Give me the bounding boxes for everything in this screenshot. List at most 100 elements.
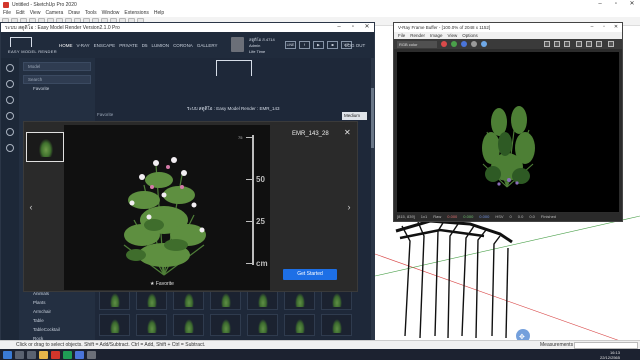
teapot-icon[interactable] [596,41,602,47]
instagram-icon[interactable]: ◙ [327,41,338,49]
vfb-close-button[interactable]: ✕ [610,23,622,32]
browser-taskbar-icon[interactable] [75,350,84,359]
minimize-button[interactable]: – [592,0,608,9]
tree-favorite[interactable]: Favorite [19,84,95,93]
line-taskbar-icon[interactable] [63,350,72,359]
nav-home[interactable]: HOME [59,43,73,48]
emr-nav: HOME V-RAY ENSCAPE PRIVATE D5 LUMION COR… [59,43,218,48]
favorite-filter[interactable]: Favorite [97,112,113,117]
avatar [231,37,244,52]
channel-select[interactable]: RGB color [397,40,437,48]
settings-icon[interactable] [6,128,14,136]
green-channel-icon[interactable] [451,41,457,47]
render-canvas[interactable] [397,52,619,212]
selected-thumbnail[interactable] [26,132,64,162]
stop-render-icon[interactable] [608,41,614,47]
model-thumbnail[interactable] [284,314,315,336]
model-thumbnail[interactable] [136,314,167,336]
model-thumbnail[interactable] [173,314,204,336]
task-view-icon[interactable] [27,350,36,359]
size-select[interactable]: Medium [342,112,367,120]
category-tablecocktail[interactable]: TableCocktail [19,325,95,334]
menu-extensions[interactable]: Extensions [124,10,148,16]
scrollbar-thumb[interactable] [371,88,374,148]
nav-lumion[interactable]: LUMION [152,43,170,48]
vfb-menu-file[interactable]: File [398,33,405,38]
line-icon[interactable]: LINE [285,41,296,49]
vfb-menu-options[interactable]: Options [462,33,478,38]
category-plants[interactable]: Plants [19,298,95,307]
menu-tools[interactable]: Tools [85,10,97,16]
emr-scrollbar[interactable] [371,58,374,341]
prev-arrow-icon[interactable]: ‹ [26,202,36,212]
render-finished: Finished [540,214,557,219]
menu-view[interactable]: View [30,10,41,16]
clear-image-icon[interactable] [564,41,570,47]
emr-minimize-button[interactable]: – [332,23,346,32]
close-button[interactable]: ✕ [624,0,640,9]
youtube-icon[interactable]: ▶ [313,41,324,49]
globe-icon[interactable] [6,64,14,72]
model-thumbnail[interactable] [99,314,130,336]
menu-edit[interactable]: Edit [16,10,25,16]
vfb-menu-render[interactable]: Render [410,33,425,38]
pin-icon[interactable] [6,96,14,104]
red-channel-icon[interactable] [441,41,447,47]
vfb-maximize-button[interactable]: ▫ [598,23,610,32]
sketchup-status-bar: Click or drag to select objects. Shift =… [0,340,640,349]
search-icon[interactable] [15,350,24,359]
save-all-icon[interactable] [554,41,560,47]
menu-file[interactable]: File [3,10,11,16]
sketchup-taskbar-icon[interactable] [51,350,60,359]
facebook-icon[interactable]: f [299,41,310,49]
nav-d5[interactable]: D5 [142,43,148,48]
camera-icon[interactable] [6,112,14,120]
menu-window[interactable]: Window [102,10,120,16]
nav-gallery[interactable]: GALLERY [197,43,218,48]
chart-icon[interactable] [6,144,14,152]
category-table[interactable]: Table [19,316,95,325]
rendered-plant [482,106,535,188]
menu-draw[interactable]: Draw [68,10,80,16]
value-value: 0.0 [529,214,535,219]
menu-help[interactable]: Help [154,10,164,16]
clock-date: 22/12/2565 [599,355,620,360]
nav-corona[interactable]: CORONA [173,43,193,48]
close-icon[interactable]: ✕ [344,128,351,137]
emr-close-button[interactable]: ✕ [360,23,374,32]
favorite-toggle[interactable]: ★ Favorite [150,281,174,287]
emr-header: EASY MODEL RENDER HOME V-RAY ENSCAPE PRI… [1,32,374,58]
start-icon[interactable] [3,350,12,359]
vfb-menu-view[interactable]: View [448,33,458,38]
vray-taskbar-icon[interactable] [87,350,96,359]
lens-effects-icon[interactable] [586,41,592,47]
maximize-button[interactable]: ▫ [608,0,624,9]
vfb-menu-image[interactable]: Image [430,33,443,38]
region-render-icon[interactable] [576,41,582,47]
model-thumbnail[interactable] [247,314,278,336]
emr-title: ระบบ สตูดิโอ : Easy Model Render Version… [5,24,120,31]
next-arrow-icon[interactable]: › [344,202,354,212]
save-image-icon[interactable] [544,41,550,47]
logout-link[interactable]: LOG OUT [345,43,365,48]
sketchup-title: Untitled - SketchUp Pro 2020 [12,1,77,8]
nav-vray[interactable]: V-RAY [77,43,90,48]
layers-icon[interactable] [6,80,14,88]
file-explorer-icon[interactable] [39,350,48,359]
menu-camera[interactable]: Camera [45,10,63,16]
mono-channel-icon[interactable] [481,41,487,47]
alpha-channel-icon[interactable] [471,41,477,47]
search-input[interactable]: Search [23,75,91,84]
nav-private[interactable]: PRIVATE [119,43,138,48]
model-thumbnail[interactable] [321,314,352,336]
model-thumbnail[interactable] [210,314,241,336]
emr-maximize-button[interactable]: ▫ [346,23,360,32]
category-armchair[interactable]: Armchair [19,307,95,316]
nav-enscape[interactable]: ENSCAPE [94,43,116,48]
measurements-input[interactable] [574,342,638,349]
social-links: LINE f ▶ ◙ VIP [285,41,352,49]
vfb-minimize-button[interactable]: – [586,23,598,32]
model-select[interactable]: Model [23,62,91,71]
blue-channel-icon[interactable] [461,41,467,47]
get-started-button[interactable]: Get Started [283,269,337,280]
